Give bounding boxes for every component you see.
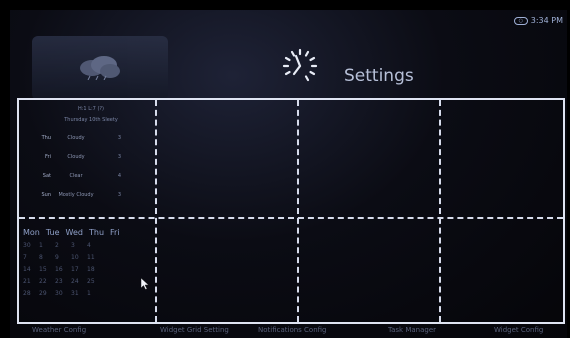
weekday-label: Tue	[45, 228, 60, 237]
calendar-date: 30	[55, 290, 63, 297]
forecast-condition: Mostly Cloudy	[58, 191, 94, 198]
menu-task-manager[interactable]: Task Manager	[388, 326, 436, 334]
page-title: Settings	[344, 66, 414, 86]
forecast-temp: 3	[117, 153, 121, 160]
forecast-header-1: H:1 L:7 (?)	[77, 106, 104, 112]
calendar-date: 1	[87, 290, 91, 297]
calendar-date: 18	[87, 266, 95, 273]
bottom-menu: Weather Config Widget Grid Setting Notif…	[10, 324, 567, 338]
cloud-icon	[80, 56, 120, 80]
forecast-row: Fri Cloudy 3	[23, 147, 159, 166]
status-bar: ○ 3:34 PM	[513, 16, 563, 25]
forecast-condition: Cloudy	[67, 134, 85, 141]
mouse-cursor-icon	[141, 278, 149, 290]
forecast-day: Fri	[45, 153, 51, 160]
calendar-date: 14	[23, 266, 31, 273]
menu-widget-grid-setting[interactable]: Widget Grid Setting	[160, 326, 229, 334]
forecast-row: Sat Clear 4	[23, 166, 159, 185]
forecast-temp: 3	[117, 134, 121, 141]
calendar-date: 16	[55, 266, 63, 273]
forecast-day: Thu	[41, 134, 51, 141]
calendar-date: 29	[39, 290, 47, 297]
calendar-date: 31	[71, 290, 79, 297]
forecast-row: Sun Mostly Cloudy 3	[23, 185, 159, 204]
forecast-row: Thu Cloudy 3	[23, 128, 159, 147]
forecast-day: Sun	[41, 191, 51, 198]
calendar-date: 3	[71, 242, 75, 249]
calendar-date: 1	[39, 242, 43, 249]
clock-icon	[282, 48, 318, 82]
menu-widget-config[interactable]: Widget Config	[494, 326, 543, 334]
calendar-date: 8	[39, 254, 43, 261]
calendar-date: 4	[87, 242, 91, 249]
wifi-icon: ○	[513, 16, 528, 25]
weekday-label: Fri	[110, 228, 120, 237]
calendar-week: 7 8 9 10 11	[23, 254, 163, 261]
forecast-header-2: Thursday 10th Sleety	[64, 117, 118, 123]
forecast-condition: Clear	[69, 172, 83, 179]
weekday-label: Thu	[89, 228, 105, 237]
calendar-date: 17	[71, 266, 79, 273]
widget-grid[interactable]: H:1 L:7 (?) Thursday 10th Sleety Thu Clo…	[17, 98, 565, 324]
status-time: 3:34 PM	[530, 16, 563, 25]
calendar-date: 25	[87, 278, 95, 285]
calendar-date: 23	[55, 278, 63, 285]
calendar-weekdays: Mon Tue Wed Thu Fri	[23, 228, 163, 237]
calendar-date: 30	[23, 242, 31, 249]
calendar-date: 9	[55, 254, 59, 261]
settings-screen: ○ 3:34 PM Settings H:1 L:7 (?) Thursday …	[10, 10, 567, 338]
calendar-week: 28 29 30 31 1	[23, 290, 163, 297]
menu-notifications-config[interactable]: Notifications Config	[258, 326, 327, 334]
calendar-date: 7	[23, 254, 27, 261]
menu-weather-config[interactable]: Weather Config	[32, 326, 86, 334]
forecast-condition: Cloudy	[67, 153, 85, 160]
forecast-widget[interactable]: H:1 L:7 (?) Thursday 10th Sleety Thu Clo…	[23, 106, 159, 204]
calendar-date: 28	[23, 290, 31, 297]
calendar-date: 10	[71, 254, 79, 261]
weekday-label: Mon	[23, 228, 40, 237]
grid-divider-h1	[19, 217, 563, 219]
grid-divider-v3	[439, 100, 441, 322]
calendar-date: 15	[39, 266, 47, 273]
calendar-date: 2	[55, 242, 59, 249]
forecast-temp: 3	[117, 191, 121, 198]
weather-widget-preview[interactable]	[32, 36, 168, 100]
calendar-date: 11	[87, 254, 95, 261]
calendar-week: 14 15 16 17 18	[23, 266, 163, 273]
calendar-date: 24	[71, 278, 79, 285]
forecast-temp: 4	[117, 172, 121, 179]
calendar-week: 30 1 2 3 4	[23, 242, 163, 249]
weekday-label: Wed	[65, 228, 83, 237]
calendar-date: 22	[39, 278, 47, 285]
calendar-date: 21	[23, 278, 31, 285]
grid-divider-v2	[297, 100, 299, 322]
forecast-day: Sat	[42, 172, 51, 179]
